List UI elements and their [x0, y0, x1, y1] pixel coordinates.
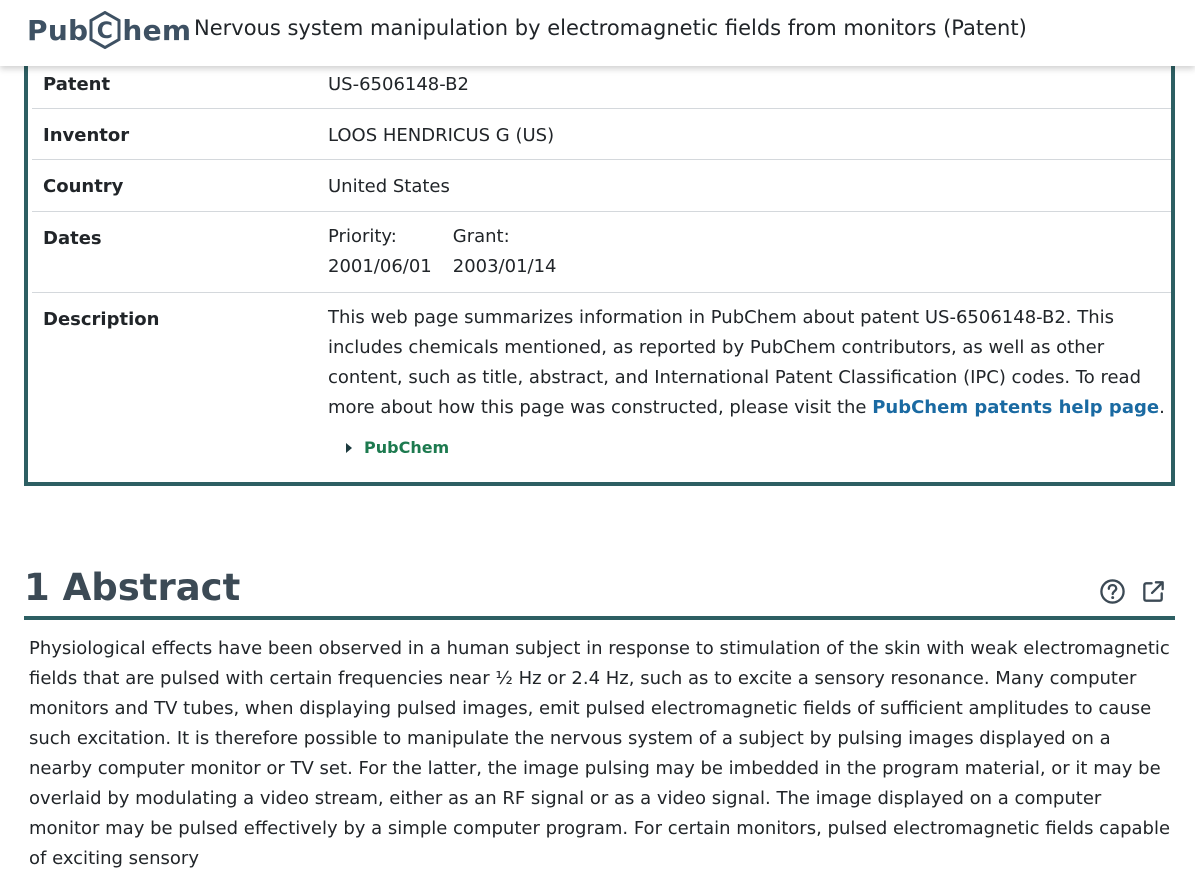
- grant-date: Grant: 2003/01/14: [453, 222, 557, 282]
- logo-hexagon-icon: C: [89, 11, 121, 49]
- abstract-heading: 1 Abstract: [24, 566, 241, 609]
- external-link-icon[interactable]: [1140, 578, 1167, 605]
- country-value: United States: [328, 176, 450, 197]
- priority-value: 2001/06/01: [328, 256, 432, 277]
- logo-letter: C: [97, 19, 113, 44]
- country-label: Country: [43, 176, 124, 197]
- page-title: Nervous system manipulation by electroma…: [194, 16, 1027, 40]
- priority-label: Priority:: [328, 226, 397, 247]
- dates-value: Priority: 2001/06/01 Grant: 2003/01/14: [328, 222, 578, 282]
- inventor-value: LOOS HENDRICUS G (US): [328, 125, 555, 146]
- grant-label: Grant:: [452, 226, 510, 247]
- row-inventor: Inventor LOOS HENDRICUS G (US): [32, 109, 1171, 160]
- description-end: .: [1159, 397, 1165, 418]
- pubchem-logo[interactable]: Pub C hem: [27, 10, 191, 50]
- top-header: Pub C hem Nervous system manipulation by…: [0, 0, 1195, 66]
- description-label: Description: [43, 309, 160, 330]
- grant-value: 2003/01/14: [452, 256, 557, 277]
- priority-date: Priority: 2001/06/01: [328, 222, 432, 282]
- section-actions: [1099, 578, 1167, 605]
- row-dates: Dates Priority: 2001/06/01 Grant: 2003/0…: [32, 212, 1171, 293]
- description-text: This web page summarizes information in …: [328, 303, 1166, 423]
- help-circle-icon[interactable]: [1099, 578, 1126, 605]
- logo-text-hem: hem: [122, 13, 192, 47]
- patents-help-link[interactable]: PubChem patents help page: [872, 397, 1159, 418]
- summary-box: Patent US-6506148-B2 Inventor LOOS HENDR…: [24, 40, 1175, 486]
- inventor-label: Inventor: [43, 125, 130, 146]
- caret-right-icon: [346, 442, 352, 453]
- patent-value: US-6506148-B2: [328, 74, 469, 95]
- row-country: Country United States: [32, 160, 1171, 212]
- abstract-text: Physiological effects have been observed…: [29, 638, 1171, 869]
- abstract-section-header: 1 Abstract: [24, 566, 1175, 620]
- pubchem-source-toggle[interactable]: PubChem: [346, 438, 449, 457]
- dates-label: Dates: [43, 228, 102, 249]
- patent-label: Patent: [43, 74, 111, 95]
- row-description: Description This web page summarizes inf…: [32, 293, 1171, 482]
- pubchem-toggle-label: PubChem: [364, 438, 450, 457]
- logo-text-pub: Pub: [27, 13, 89, 47]
